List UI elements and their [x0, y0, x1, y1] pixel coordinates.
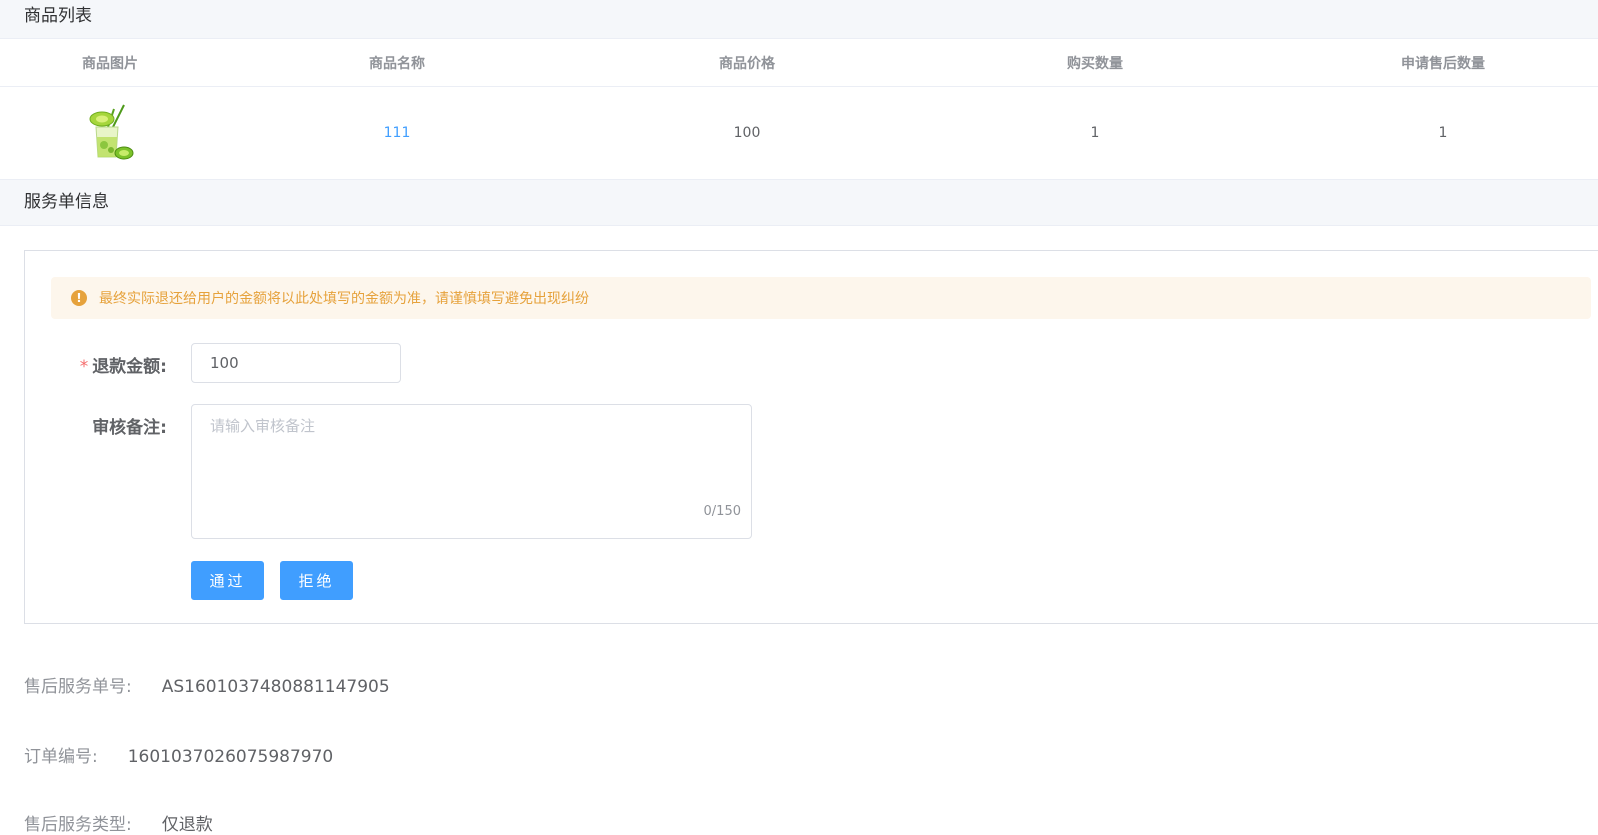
- goods-table-header: 商品图片 商品名称 商品价格 购买数量 申请售后数量: [0, 39, 1598, 87]
- service-type-label: 售后服务类型:: [24, 815, 132, 835]
- alert-text: 最终实际退还给用户的金额将以此处填写的金额为准，请谨慎填写避免出现纠纷: [99, 291, 589, 307]
- column-header-after-sale-quantity: 申请售后数量: [1401, 55, 1485, 72]
- service-number-row: 售后服务单号: AS1601037480881147905: [24, 672, 390, 697]
- service-type-row: 售后服务类型: 仅退款: [24, 810, 213, 835]
- refund-amount-label-text: 退款金额:: [92, 357, 167, 377]
- product-name-cell: 111: [220, 87, 574, 179]
- column-header-quantity: 购买数量: [1067, 55, 1123, 72]
- order-number-value: 1601037026075987970: [127, 747, 334, 767]
- refund-warning-alert: ! 最终实际退还给用户的金额将以此处填写的金额为准，请谨慎填写避免出现纠纷: [51, 277, 1591, 319]
- service-number-label: 售后服务单号:: [24, 677, 132, 697]
- review-form: ! 最终实际退还给用户的金额将以此处填写的金额为准，请谨慎填写避免出现纠纷 * 退…: [24, 250, 1598, 624]
- product-name-link[interactable]: 111: [384, 125, 411, 141]
- service-info-title: 服务单信息: [24, 192, 109, 212]
- column-header-price: 商品价格: [719, 55, 775, 72]
- after-sale-quantity: 1: [1438, 125, 1448, 141]
- refund-amount-label: * 退款金额:: [25, 352, 167, 377]
- goods-list-header: 商品列表: [0, 0, 1598, 39]
- purchase-quantity: 1: [1090, 125, 1100, 141]
- product-image-cell: [0, 87, 220, 179]
- order-number-label: 订单编号:: [24, 747, 98, 767]
- remark-char-counter: 0/150: [703, 504, 741, 519]
- approve-button[interactable]: 通过: [191, 561, 264, 600]
- review-remark-textarea[interactable]: [191, 404, 752, 539]
- reject-button[interactable]: 拒绝: [280, 561, 353, 600]
- lime-drink-image: [89, 104, 134, 160]
- column-header-image: 商品图片: [82, 55, 138, 72]
- table-row: 111 100 1 1: [0, 87, 1598, 180]
- goods-list-title: 商品列表: [24, 6, 92, 26]
- service-type-value: 仅退款: [161, 815, 213, 835]
- column-header-name: 商品名称: [369, 55, 425, 72]
- review-remark-label: 审核备注:: [92, 418, 167, 438]
- refund-amount-input[interactable]: [191, 343, 401, 383]
- product-price: 100: [733, 125, 761, 141]
- service-number-value: AS1601037480881147905: [161, 677, 390, 697]
- warning-icon: !: [71, 290, 87, 306]
- order-number-row: 订单编号: 1601037026075987970: [24, 742, 333, 767]
- required-asterisk: *: [79, 357, 89, 377]
- service-info-header: 服务单信息: [0, 180, 1598, 226]
